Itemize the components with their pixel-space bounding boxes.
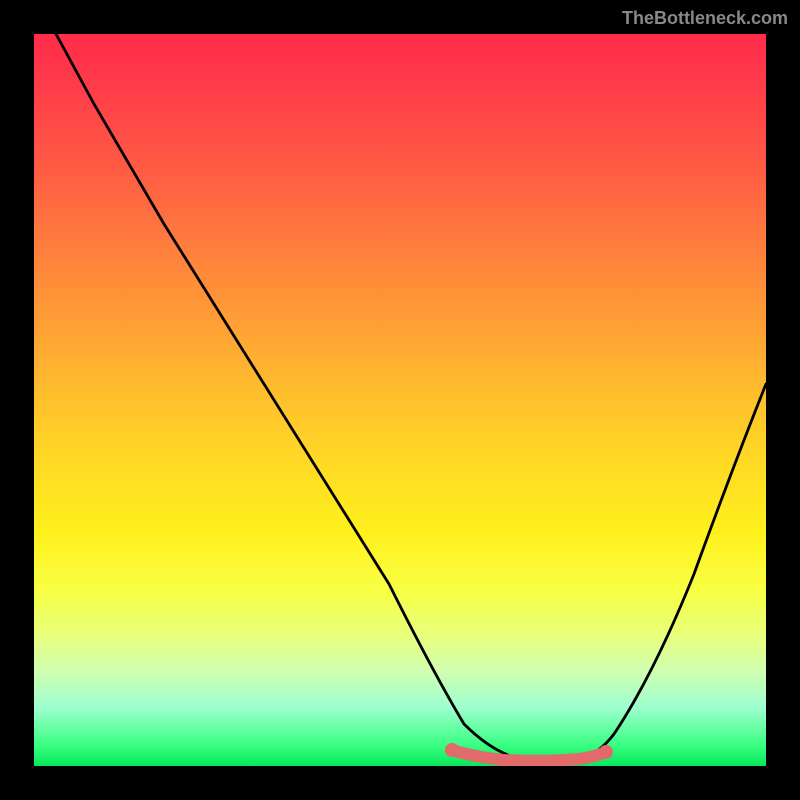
plot-area <box>34 34 766 766</box>
chart-container: TheBottleneck.com <box>0 0 800 800</box>
marker-right <box>599 745 613 759</box>
bottleneck-curve <box>56 34 766 762</box>
curve-svg <box>34 34 766 766</box>
marker-left <box>445 743 459 757</box>
watermark-text: TheBottleneck.com <box>622 8 788 29</box>
optimal-band-line <box>452 750 606 761</box>
